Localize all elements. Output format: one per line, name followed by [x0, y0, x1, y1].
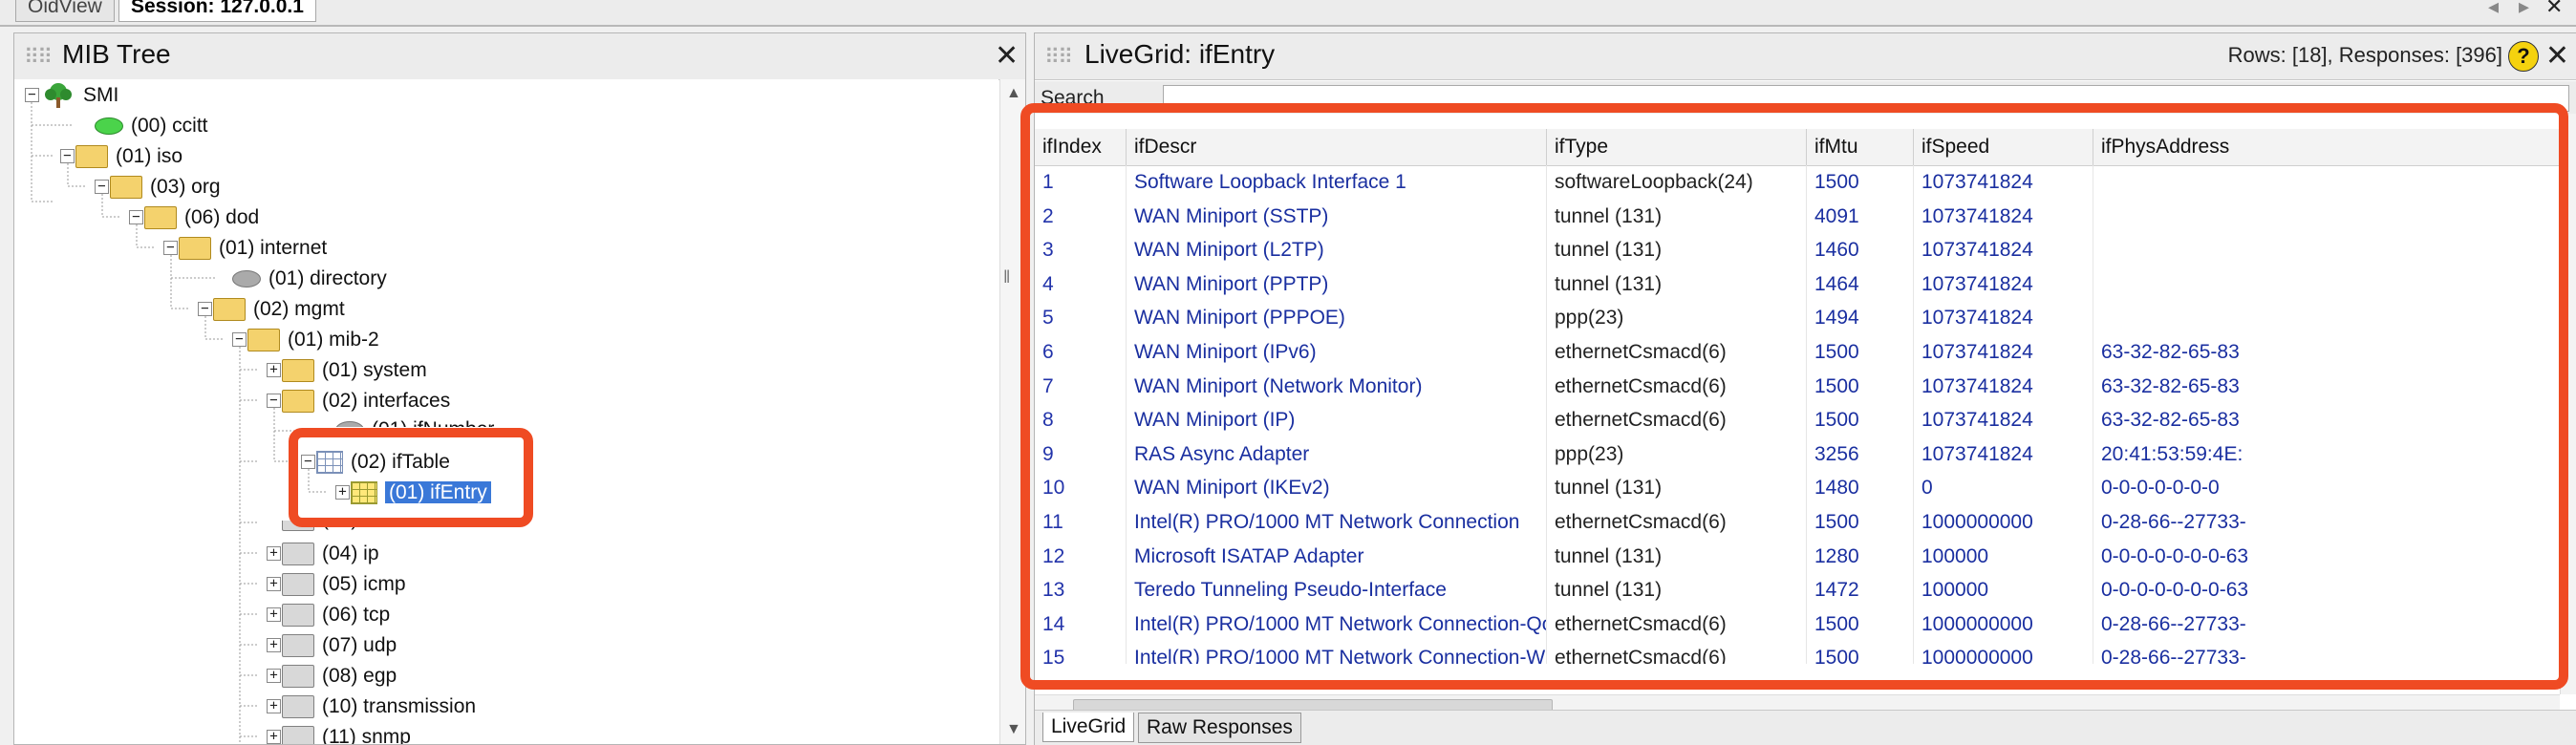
tree-node-mib-2[interactable]: (01) mib-2	[247, 326, 379, 354]
tree-node-org[interactable]: (03) org	[110, 173, 221, 202]
highlight-box-grid	[1020, 103, 2568, 690]
expand-toggle[interactable]: +	[267, 669, 281, 683]
drag-grip-icon[interactable]: ⠿⠿	[1044, 45, 1073, 70]
expand-toggle[interactable]: +	[267, 638, 281, 652]
node-label: (01) mib-2	[288, 329, 379, 351]
tree-node-icmp[interactable]: (05) icmp	[282, 570, 406, 599]
folder-icon	[282, 665, 314, 689]
collapse-toggle[interactable]: −	[129, 210, 143, 224]
livegrid-header: ⠿⠿ LiveGrid: ifEntry Rows: [18], Respons…	[1035, 33, 2576, 80]
node-label: SMI	[83, 84, 119, 106]
node-label: (01) iso	[116, 145, 183, 167]
expand-toggle[interactable]: +	[267, 363, 281, 377]
close-icon[interactable]: ✕	[2545, 39, 2569, 73]
node-label: (06) tcp	[322, 604, 391, 626]
open-folder-icon	[110, 176, 142, 200]
tree-node-tcp[interactable]: (06) tcp	[282, 601, 390, 629]
tree-node-system[interactable]: (01) system	[282, 356, 427, 385]
tree-node-smi[interactable]: SMI	[41, 81, 118, 110]
tab-livegrid[interactable]: LiveGrid	[1042, 713, 1135, 742]
panel-title: MIB Tree	[62, 39, 171, 69]
tree-node-snmp[interactable]: (11) snmp	[282, 723, 411, 744]
open-folder-icon	[213, 298, 246, 322]
tree-node-mgmt[interactable]: (02) mgmt	[213, 295, 345, 324]
tree-node-ccitt[interactable]: (00) ccitt	[95, 112, 208, 140]
node-label: (06) dod	[184, 206, 260, 228]
tree-node-ip[interactable]: (04) ip	[282, 540, 379, 568]
node-label: (08) egp	[322, 665, 397, 687]
open-folder-icon	[144, 206, 177, 230]
folder-icon	[282, 604, 314, 628]
expand-toggle[interactable]: +	[267, 730, 281, 744]
bottom-tab-bar: LiveGrid Raw Responses	[1035, 710, 2576, 745]
folder-icon	[282, 359, 314, 383]
node-label: (11) snmp	[322, 726, 411, 744]
open-folder-icon	[75, 145, 108, 169]
collapse-toggle[interactable]: −	[95, 180, 109, 194]
folder-icon	[282, 726, 314, 744]
node-label: (01) system	[322, 359, 427, 381]
tab-session[interactable]: Session: 127.0.0.1	[118, 0, 316, 22]
close-session-icon[interactable]: ✕	[2545, 0, 2563, 19]
open-folder-icon	[282, 390, 314, 414]
tab-raw-responses[interactable]: Raw Responses	[1138, 713, 1301, 743]
scroll-left-icon[interactable]: ◂	[2488, 0, 2499, 19]
tree-node-directory[interactable]: (01) directory	[232, 265, 387, 293]
expand-toggle[interactable]: +	[267, 699, 281, 713]
node-label: (03) org	[150, 176, 221, 198]
open-folder-icon	[179, 237, 211, 261]
tree-node-interfaces[interactable]: (02) interfaces	[282, 387, 450, 415]
tab-oidview[interactable]: OidView	[15, 0, 115, 22]
rows-responses-status: Rows: [18], Responses: [396]	[2227, 43, 2502, 67]
expand-toggle[interactable]: +	[267, 607, 281, 622]
session-tab-bar: OidView Session: 127.0.0.1 ◂ ▸ ✕	[0, 0, 2576, 27]
collapse-toggle[interactable]: −	[60, 149, 75, 163]
collapse-toggle[interactable]: −	[198, 302, 212, 316]
tree-node-egp[interactable]: (08) egp	[282, 662, 397, 691]
node-label: (01) directory	[268, 267, 387, 289]
collapse-toggle[interactable]: −	[25, 88, 39, 102]
tree-node-udp[interactable]: (07) udp	[282, 631, 397, 660]
drag-grip-icon[interactable]: ⠿⠿	[24, 45, 53, 70]
node-label: (02) mgmt	[253, 298, 345, 320]
open-folder-icon	[247, 329, 280, 352]
close-icon[interactable]: ✕	[995, 39, 1019, 73]
node-label: (00) ccitt	[131, 115, 208, 137]
folder-icon	[282, 573, 314, 597]
highlight-box-tree	[289, 428, 533, 527]
node-label: (05) icmp	[322, 573, 406, 595]
tree-root-icon	[45, 83, 72, 109]
collapse-toggle[interactable]: −	[163, 241, 178, 255]
panel-title: LiveGrid: ifEntry	[1084, 39, 1276, 69]
expand-toggle[interactable]: +	[267, 546, 281, 561]
panel-splitter-grip-icon[interactable]: ‖	[1003, 267, 1010, 287]
scroll-down-icon[interactable]: ▼	[1006, 721, 1021, 738]
collapse-toggle[interactable]: −	[267, 394, 281, 408]
mib-tree[interactable]: − SMI (00) ccitt − (01) iso − (03) org −…	[14, 79, 998, 744]
node-label: (07) udp	[322, 634, 397, 656]
help-icon[interactable]: ?	[2508, 41, 2539, 72]
folder-icon	[282, 634, 314, 658]
tree-node-iso[interactable]: (01) iso	[75, 142, 182, 171]
scroll-right-icon[interactable]: ▸	[2519, 0, 2529, 19]
node-label: (10) transmission	[322, 695, 477, 717]
tree-node-internet[interactable]: (01) internet	[179, 234, 327, 263]
tree-node-transmission[interactable]: (10) transmission	[282, 692, 476, 721]
mib-tree-panel: ⠿⠿ MIB Tree ✕ − SMI (00) ccitt − (01) is…	[13, 32, 1026, 745]
folder-icon	[282, 543, 314, 566]
node-label: (04) ip	[322, 543, 379, 564]
expand-toggle[interactable]: +	[267, 577, 281, 591]
scroll-up-icon[interactable]: ▲	[1006, 85, 1021, 102]
node-label: (01) internet	[219, 237, 328, 259]
collapse-toggle[interactable]: −	[232, 332, 247, 347]
leaf-node-icon	[95, 117, 123, 136]
node-label: (02) interfaces	[322, 390, 451, 412]
mib-tree-header: ⠿⠿ MIB Tree ✕	[14, 33, 1025, 80]
folder-icon	[282, 695, 314, 719]
tree-node-dod[interactable]: (06) dod	[144, 203, 259, 232]
leaf-node-icon	[232, 270, 261, 288]
